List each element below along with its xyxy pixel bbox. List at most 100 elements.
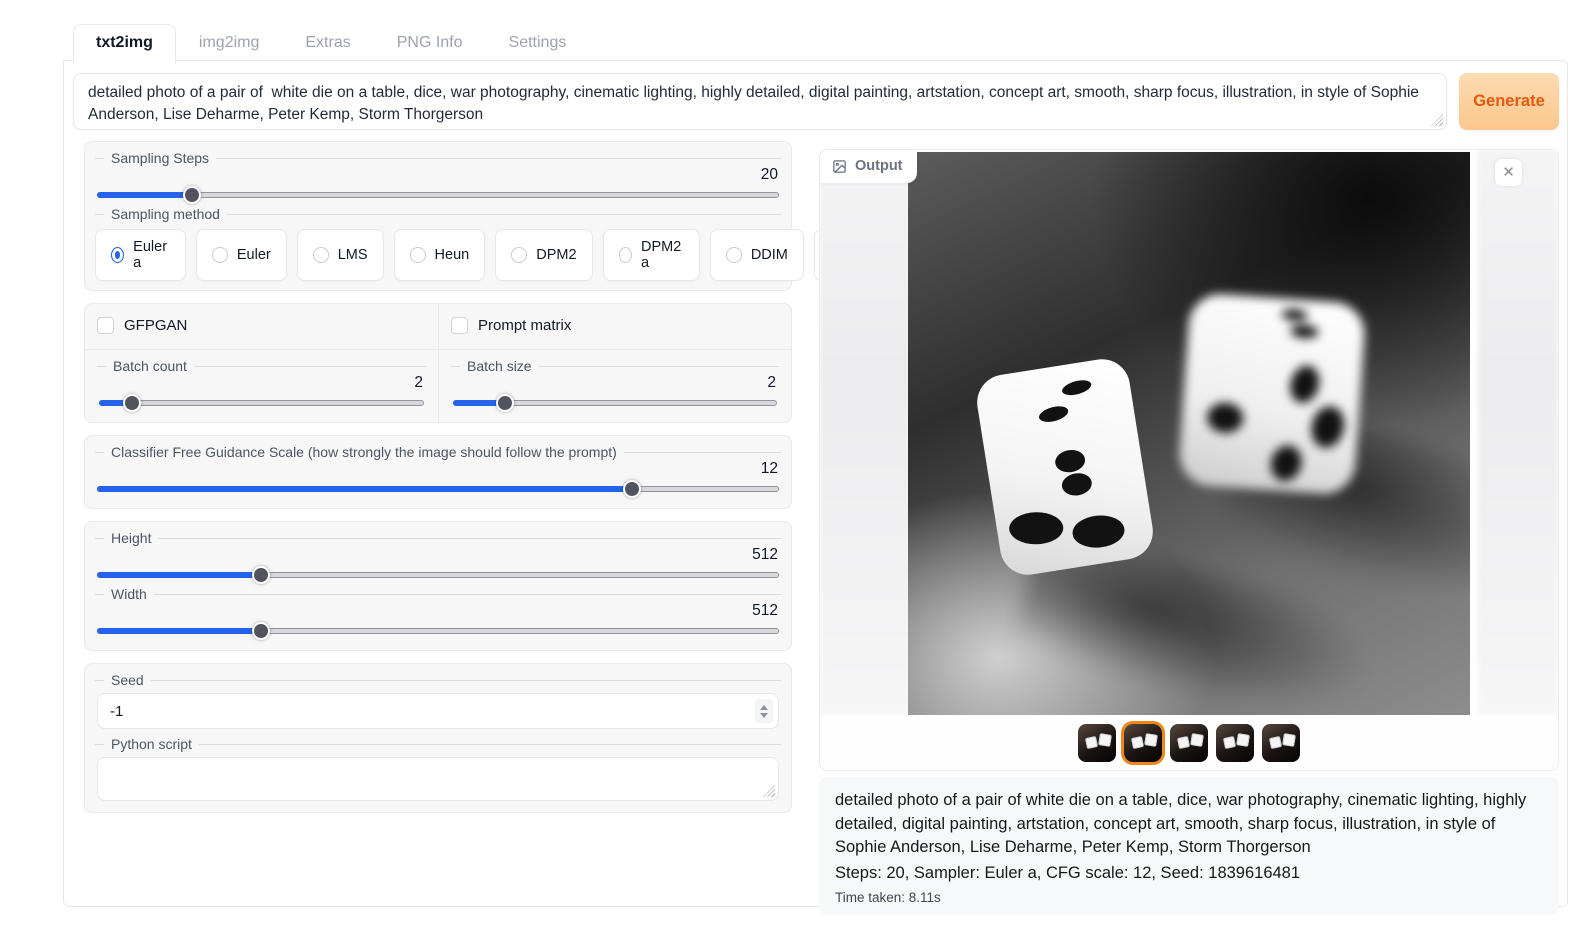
sampling-method-label: Sampling method xyxy=(95,205,781,223)
batch-size-label: Batch size xyxy=(451,357,779,375)
output-panel: Output ✕ xyxy=(819,149,1559,771)
output-label: Output xyxy=(855,158,903,174)
sampling-steps-slider[interactable] xyxy=(97,185,779,205)
batch-count-slider[interactable] xyxy=(99,393,424,413)
radio-label: Heun xyxy=(435,247,470,263)
tab-png-info[interactable]: PNG Info xyxy=(374,24,486,62)
radio-lms[interactable]: LMS xyxy=(297,229,384,281)
batch-size-slider[interactable] xyxy=(453,393,777,413)
size-group: Height 512 Width 512 xyxy=(84,521,792,651)
width-slider[interactable] xyxy=(97,621,779,641)
step-down-icon[interactable] xyxy=(760,713,768,718)
tab-bar: txt2img img2img Extras PNG Info Settings xyxy=(73,24,589,62)
cfg-group: Classifier Free Guidance Scale (how stro… xyxy=(84,435,792,509)
cfg-slider[interactable] xyxy=(97,479,779,499)
gallery-thumbnail-5[interactable] xyxy=(1262,724,1300,762)
radio-label: DDIM xyxy=(751,247,788,263)
sampling-steps-label: Sampling Steps xyxy=(95,149,781,167)
focused-die xyxy=(973,355,1157,579)
prompt-input[interactable]: detailed photo of a pair of white die on… xyxy=(73,73,1447,130)
seed-input[interactable]: -1 xyxy=(97,693,779,729)
prompt-text: detailed photo of a pair of white die on… xyxy=(88,82,1420,127)
radio-icon xyxy=(511,247,527,263)
number-stepper[interactable] xyxy=(755,699,773,723)
python-script-label: Python script xyxy=(95,735,781,753)
radio-heun[interactable]: Heun xyxy=(394,229,486,281)
radio-euler-a[interactable]: Euler a xyxy=(95,229,186,281)
radio-label: DPM2 xyxy=(536,247,576,263)
caption-prompt: detailed photo of a pair of white die on… xyxy=(835,789,1535,860)
gfpgan-label: GFPGAN xyxy=(124,317,187,334)
radio-ddim[interactable]: DDIM xyxy=(710,229,804,281)
thumbnail-gallery xyxy=(820,716,1558,770)
radio-icon xyxy=(619,247,632,263)
blurred-die xyxy=(1178,292,1367,496)
main-panel: detailed photo of a pair of white die on… xyxy=(63,60,1568,907)
radio-euler[interactable]: Euler xyxy=(196,229,287,281)
width-value: 512 xyxy=(95,603,781,621)
caption-time: Time taken: 8.11s xyxy=(835,890,1541,905)
radio-label: LMS xyxy=(338,247,368,263)
batch-count-label: Batch count xyxy=(97,357,426,375)
image-icon xyxy=(832,159,847,174)
slider-thumb[interactable] xyxy=(252,566,270,584)
tab-img2img[interactable]: img2img xyxy=(176,24,282,62)
python-script-input[interactable] xyxy=(97,757,779,801)
gallery-thumbnail-3[interactable] xyxy=(1170,724,1208,762)
checkbox-icon[interactable] xyxy=(451,317,468,334)
tab-extras[interactable]: Extras xyxy=(282,24,373,62)
tab-settings[interactable]: Settings xyxy=(486,24,590,62)
output-column: Output ✕ detailed photo of a pair of whi… xyxy=(819,149,1559,915)
radio-dpm2-a[interactable]: DPM2 a xyxy=(603,229,700,281)
image-backdrop xyxy=(1478,150,1558,714)
radio-icon xyxy=(726,247,742,263)
checkbox-icon[interactable] xyxy=(97,317,114,334)
gfpgan-checkbox[interactable]: GFPGAN xyxy=(97,311,426,340)
height-slider[interactable] xyxy=(97,565,779,585)
batch-count-value: 2 xyxy=(97,375,426,393)
radio-icon xyxy=(313,247,329,263)
cfg-value: 12 xyxy=(95,461,781,479)
resize-handle-icon[interactable] xyxy=(1431,114,1443,126)
radio-icon xyxy=(410,247,426,263)
sampling-method-options: Euler a Euler LMS Heun DPM2 DPM2 a DDIM … xyxy=(95,229,781,281)
slider-thumb[interactable] xyxy=(252,622,270,640)
prompt-matrix-label: Prompt matrix xyxy=(478,317,571,334)
step-up-icon[interactable] xyxy=(760,705,768,710)
radio-icon xyxy=(111,247,124,263)
tab-txt2img[interactable]: txt2img xyxy=(73,24,176,63)
radio-dpm2[interactable]: DPM2 xyxy=(495,229,592,281)
settings-column: Sampling Steps 20 Sampling method Euler … xyxy=(84,141,792,813)
height-label: Height xyxy=(95,529,781,547)
height-value: 512 xyxy=(95,547,781,565)
close-icon[interactable]: ✕ xyxy=(1495,159,1522,186)
output-caption: detailed photo of a pair of white die on… xyxy=(819,777,1559,915)
caption-params: Steps: 20, Sampler: Euler a, CFG scale: … xyxy=(835,862,1541,886)
generate-button[interactable]: Generate xyxy=(1459,73,1559,130)
gallery-thumbnail-1[interactable] xyxy=(1078,724,1116,762)
radio-label: DPM2 a xyxy=(641,239,684,271)
output-header: Output xyxy=(820,150,917,183)
seed-label: Seed xyxy=(95,671,781,689)
slider-thumb[interactable] xyxy=(496,394,514,412)
gallery-thumbnail-2[interactable] xyxy=(1124,724,1162,762)
radio-icon xyxy=(212,247,228,263)
sampling-steps-value: 20 xyxy=(95,167,781,185)
slider-thumb[interactable] xyxy=(123,394,141,412)
gallery-thumbnail-4[interactable] xyxy=(1216,724,1254,762)
batch-group: GFPGAN Prompt matrix Batch count 2 xyxy=(84,303,792,423)
slider-thumb[interactable] xyxy=(183,186,201,204)
image-backdrop xyxy=(820,150,910,714)
prompt-matrix-checkbox[interactable]: Prompt matrix xyxy=(451,311,779,340)
radio-label: Euler a xyxy=(133,239,170,271)
seed-value: -1 xyxy=(110,703,123,720)
radio-label: Euler xyxy=(237,247,271,263)
sampling-group: Sampling Steps 20 Sampling method Euler … xyxy=(84,141,792,291)
resize-handle-icon[interactable] xyxy=(763,785,775,797)
generated-image[interactable] xyxy=(908,152,1470,715)
slider-thumb[interactable] xyxy=(623,480,641,498)
cfg-label: Classifier Free Guidance Scale (how stro… xyxy=(95,443,781,461)
batch-size-value: 2 xyxy=(451,375,779,393)
seed-group: Seed -1 Python script xyxy=(84,663,792,813)
width-label: Width xyxy=(95,585,781,603)
